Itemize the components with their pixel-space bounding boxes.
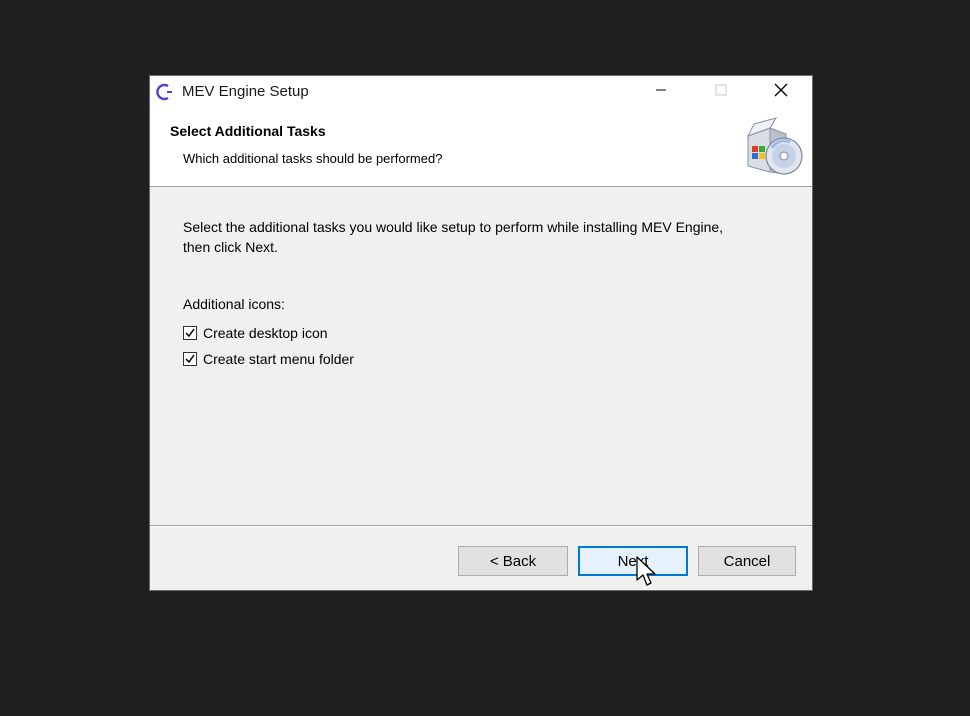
- checkmark-icon: [185, 328, 195, 338]
- setup-dialog: MEV Engine Setup Select Additional Tasks…: [150, 76, 812, 590]
- instruction-text: Select the additional tasks you would li…: [183, 219, 724, 255]
- wizard-content: Select the additional tasks you would li…: [150, 187, 812, 525]
- title-bar[interactable]: MEV Engine Setup: [150, 76, 812, 108]
- back-button[interactable]: < Back: [458, 546, 568, 576]
- footer-divider: [150, 525, 812, 527]
- maximize-icon: [715, 83, 727, 101]
- additional-icons-label: Additional icons:: [183, 296, 285, 312]
- close-button[interactable]: [758, 76, 804, 108]
- create-desktop-icon-option[interactable]: Create desktop icon: [183, 325, 328, 341]
- create-start-menu-folder-option[interactable]: Create start menu folder: [183, 351, 354, 367]
- start-menu-folder-label: Create start menu folder: [203, 351, 354, 367]
- page-title: Select Additional Tasks: [170, 123, 326, 139]
- checkmark-icon: [185, 354, 195, 364]
- page-subtitle: Which additional tasks should be perform…: [183, 151, 443, 166]
- window-title: MEV Engine Setup: [182, 83, 309, 100]
- mev-engine-icon: [156, 83, 174, 101]
- start-menu-folder-checkbox[interactable]: [183, 352, 197, 366]
- maximize-button: [698, 76, 744, 108]
- next-button[interactable]: Next: [578, 546, 688, 576]
- wizard-header: Select Additional Tasks Which additional…: [150, 108, 812, 187]
- desktop-icon-label: Create desktop icon: [203, 325, 328, 341]
- close-icon: [774, 83, 788, 102]
- cancel-button[interactable]: Cancel: [698, 546, 796, 576]
- minimize-icon: [655, 83, 667, 101]
- minimize-button[interactable]: [638, 76, 684, 108]
- desktop-icon-checkbox[interactable]: [183, 326, 197, 340]
- setup-box-icon: [740, 114, 806, 180]
